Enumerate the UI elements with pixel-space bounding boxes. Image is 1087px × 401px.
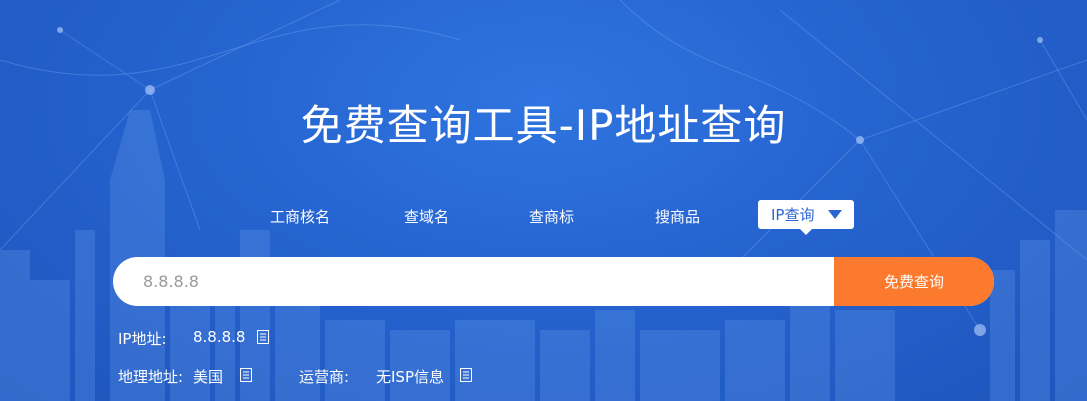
search-type-tabs: 工商核名 查域名 查商标 搜商品 IP查询 <box>0 200 1087 235</box>
ip-search-input[interactable] <box>113 257 834 306</box>
search-bar: 免费查询 <box>113 257 994 306</box>
tab-business-name[interactable]: 工商核名 <box>270 206 330 227</box>
isp-label: 运营商: <box>299 368 350 386</box>
free-query-button[interactable]: 免费查询 <box>834 257 994 306</box>
tab-pointer <box>800 229 812 235</box>
copy-icon[interactable] <box>240 368 252 382</box>
tab-goods[interactable]: 搜商品 <box>655 206 700 227</box>
tab-ip-query-label: IP查询 <box>771 206 815 224</box>
tab-domain[interactable]: 查域名 <box>404 206 449 227</box>
ip-address-label: IP地址: <box>118 330 167 348</box>
caret-down-icon <box>828 210 842 219</box>
ip-address-value: 8.8.8.8 <box>193 328 246 346</box>
page-title: 免费查询工具-IP地址查询 <box>300 101 787 150</box>
geo-address-value: 美国 <box>193 368 224 386</box>
geo-address-label: 地理地址: <box>118 368 184 386</box>
copy-icon[interactable] <box>460 368 472 382</box>
isp-value: 无ISP信息 <box>376 368 444 386</box>
tab-trademark[interactable]: 查商标 <box>529 206 574 227</box>
hero-banner: 免费查询工具-IP地址查询 工商核名 查域名 查商标 搜商品 IP查询 免费查询… <box>0 0 1087 401</box>
tab-ip-query-dropdown[interactable]: IP查询 <box>758 200 854 235</box>
copy-icon[interactable] <box>257 330 269 344</box>
